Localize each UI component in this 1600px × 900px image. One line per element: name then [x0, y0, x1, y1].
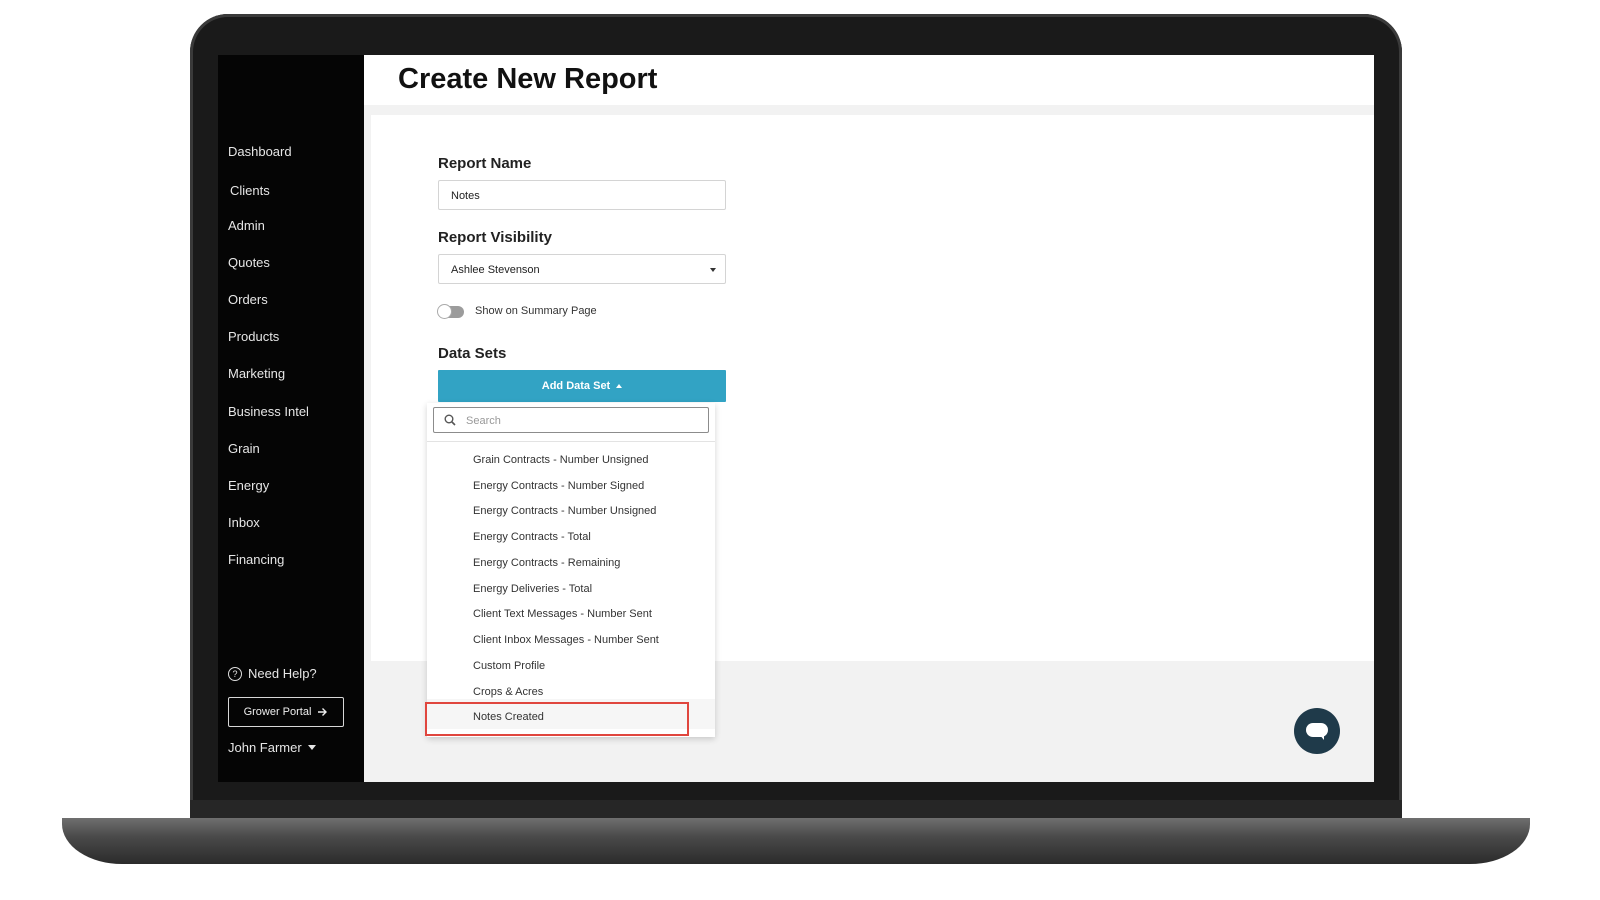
search-input[interactable] [464, 408, 698, 434]
data-set-option[interactable]: Grain Contracts - Number Unsigned [473, 454, 648, 466]
sidebar: Dashboard Clients Admin Quotes Orders Pr… [218, 55, 364, 782]
arrow-right-icon [318, 708, 328, 716]
chat-bubble-icon [1306, 723, 1328, 737]
data-set-search [433, 407, 709, 434]
app-screen: Dashboard Clients Admin Quotes Orders Pr… [218, 55, 1374, 782]
user-menu[interactable]: John Farmer [228, 740, 316, 755]
report-name-label: Report Name [438, 155, 532, 172]
data-set-option[interactable]: Crops & Acres [473, 686, 543, 698]
data-set-option[interactable]: Client Inbox Messages - Number Sent [473, 634, 659, 646]
sidebar-item-dashboard[interactable]: Dashboard [228, 144, 292, 159]
sidebar-item-quotes[interactable]: Quotes [228, 255, 270, 270]
grower-portal-button[interactable]: Grower Portal [228, 697, 344, 727]
page-title: Create New Report [398, 63, 658, 95]
chevron-down-icon [307, 745, 316, 750]
data-sets-label: Data Sets [438, 345, 507, 362]
report-name-input[interactable]: Notes [438, 180, 726, 210]
data-set-option[interactable]: Energy Contracts - Remaining [473, 557, 620, 569]
report-visibility-label: Report Visibility [438, 229, 552, 246]
chat-launcher-button[interactable] [1294, 708, 1340, 754]
report-visibility-select[interactable]: Ashlee Stevenson [438, 254, 726, 284]
report-visibility-value: Ashlee Stevenson [451, 264, 540, 276]
sidebar-item-inbox[interactable]: Inbox [228, 515, 260, 530]
sidebar-item-financing[interactable]: Financing [228, 552, 284, 567]
data-set-option[interactable]: Client Text Messages - Number Sent [473, 608, 652, 620]
help-circle-icon: ? [228, 666, 242, 681]
page-header: Create New Report [364, 55, 1374, 105]
data-set-option[interactable]: Energy Contracts - Total [473, 531, 591, 543]
data-set-option[interactable]: Energy Contracts - Number Unsigned [473, 505, 656, 517]
sidebar-item-energy[interactable]: Energy [228, 478, 269, 493]
sidebar-item-marketing[interactable]: Marketing [228, 366, 285, 381]
dropdown-caret-icon [710, 268, 716, 272]
add-data-set-button[interactable]: Add Data Set [438, 370, 726, 402]
sidebar-item-admin[interactable]: Admin [228, 218, 265, 233]
summary-page-toggle[interactable] [437, 304, 464, 319]
caret-up-icon [616, 384, 623, 388]
data-set-option[interactable]: Energy Contracts - Number Signed [473, 480, 644, 492]
add-data-set-label: Add Data Set [541, 380, 611, 392]
user-name: John Farmer [228, 740, 302, 755]
sidebar-item-grain[interactable]: Grain [228, 441, 260, 456]
dropdown-divider [427, 441, 715, 442]
sidebar-item-orders[interactable]: Orders [228, 292, 268, 307]
toggle-knob [437, 304, 452, 319]
laptop-hinge [190, 800, 1402, 820]
data-set-option[interactable]: Energy Deliveries - Total [473, 583, 592, 595]
grower-portal-label: Grower Portal [243, 706, 312, 718]
sidebar-item-products[interactable]: Products [228, 329, 279, 344]
sidebar-item-clients[interactable]: Clients [230, 183, 270, 198]
need-help-label: Need Help? [248, 666, 317, 681]
summary-page-toggle-label: Show on Summary Page [475, 305, 597, 317]
need-help-link[interactable]: ? Need Help? [228, 666, 317, 681]
sidebar-item-business-intel[interactable]: Business Intel [228, 404, 309, 419]
highlight-annotation [425, 702, 689, 736]
search-icon [444, 414, 456, 426]
chat-bubble-tail [1319, 734, 1324, 740]
laptop-base [62, 818, 1530, 864]
data-set-option[interactable]: Custom Profile [473, 660, 545, 672]
data-set-dropdown: Grain Contracts - Number Unsigned Energy… [427, 403, 715, 737]
